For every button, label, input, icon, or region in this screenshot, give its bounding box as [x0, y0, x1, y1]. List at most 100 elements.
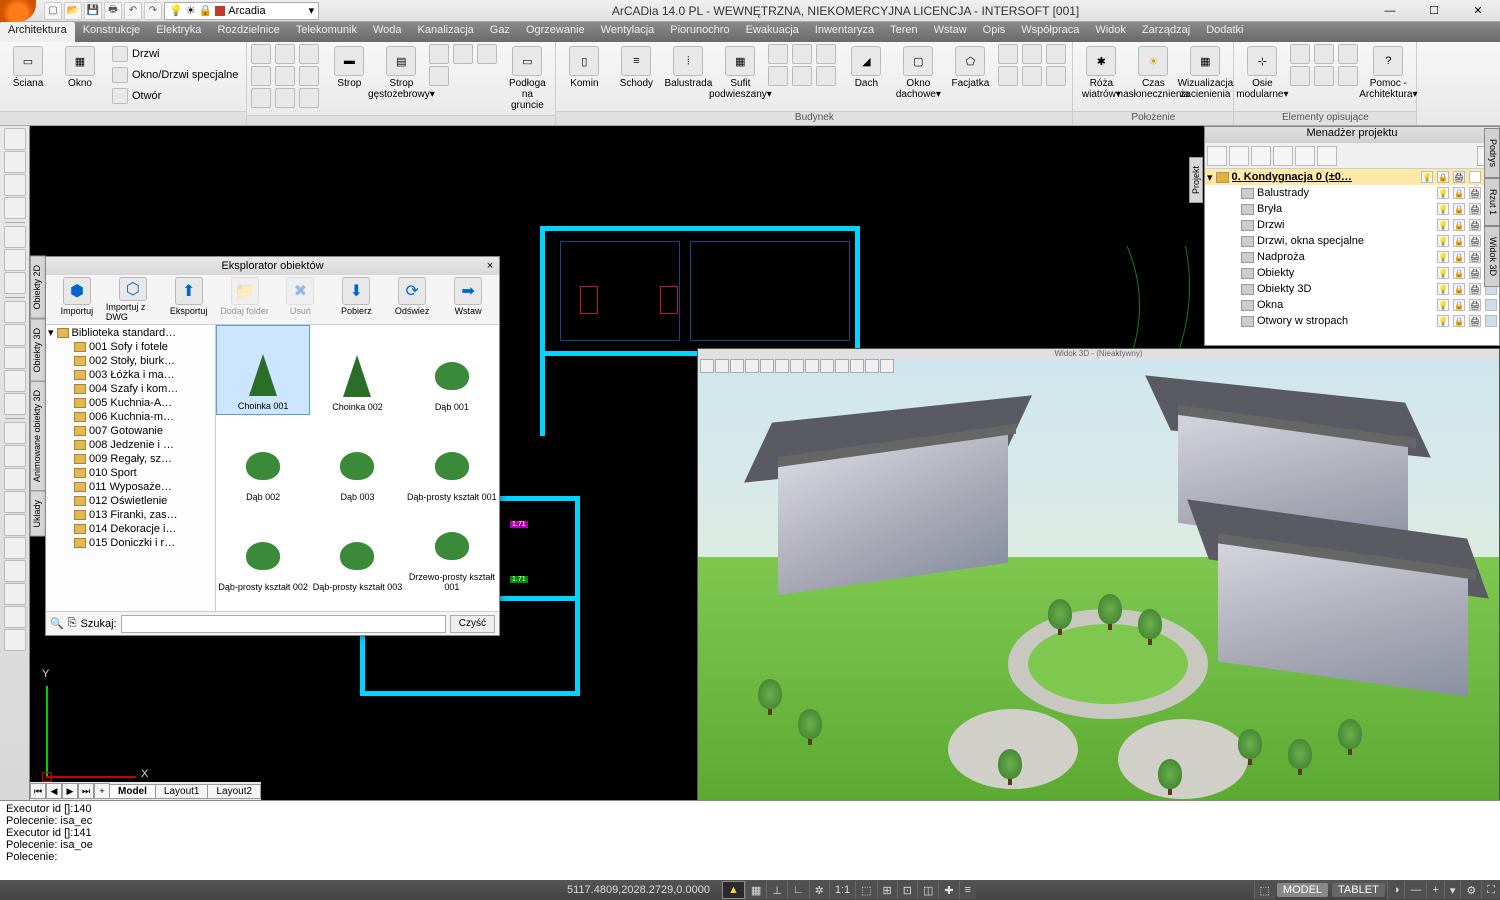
- stairs-button[interactable]: ≡Schody: [612, 44, 660, 91]
- status-toggle[interactable]: ⊡: [897, 881, 917, 899]
- object-thumbnail[interactable]: Dąb 001: [405, 325, 499, 415]
- tree-folder[interactable]: 004 Szafy i kom…: [46, 382, 215, 396]
- v3d-tool-icon[interactable]: [715, 359, 729, 373]
- objexp-tool-button[interactable]: ⬇Pobierz: [329, 277, 383, 322]
- dormer-button[interactable]: ⬠Facjatka: [946, 44, 994, 91]
- search-input[interactable]: [121, 615, 446, 633]
- model-space-button[interactable]: MODEL: [1277, 883, 1328, 897]
- tool-icon[interactable]: [4, 393, 26, 415]
- ribbon-tab[interactable]: Współpraca: [1013, 22, 1087, 42]
- object-thumbnail[interactable]: Choinka 001: [216, 325, 310, 415]
- tool-icon[interactable]: [4, 226, 26, 248]
- tab-last-icon[interactable]: ⏭: [78, 783, 94, 799]
- status-toggle[interactable]: ⊞: [877, 881, 897, 899]
- tree-folder[interactable]: 002 Stoły, biurk…: [46, 354, 215, 368]
- objexp-tool-button[interactable]: ⬆Eksportuj: [162, 277, 216, 322]
- roof-tools-grid[interactable]: [768, 44, 838, 86]
- tab-prev-icon[interactable]: ◀: [46, 783, 62, 799]
- qat-undo-icon[interactable]: ↶: [124, 2, 142, 20]
- qat-new-icon[interactable]: ▢: [44, 2, 62, 20]
- layer-combo[interactable]: 💡 ☀ 🔒 Arcadia ▾: [164, 2, 319, 20]
- ribbon-tab[interactable]: Ogrzewanie: [518, 22, 593, 42]
- tool-icon[interactable]: [4, 445, 26, 467]
- object-thumbnail[interactable]: Dąb-prosty kształt 003: [310, 505, 404, 595]
- projmgr-layer-row[interactable]: Balustrady💡🔒🖨: [1205, 185, 1499, 201]
- status-toggle[interactable]: ✲: [809, 881, 829, 899]
- projmgr-layer-row[interactable]: Nadproża💡🔒🖨: [1205, 249, 1499, 265]
- v3d-tool-icon[interactable]: [790, 359, 804, 373]
- slab-tools-grid[interactable]: [429, 44, 499, 86]
- tool-icon[interactable]: [4, 583, 26, 605]
- projmgr-tool-icon[interactable]: [1229, 146, 1249, 166]
- projmgr-layer-row[interactable]: Obiekty 3D💡🔒🖨: [1205, 281, 1499, 297]
- ribbon-tab[interactable]: Zarządzaj: [1134, 22, 1198, 42]
- projmgr-layer-row[interactable]: Drzwi, okna specjalne💡🔒🖨: [1205, 233, 1499, 249]
- v3d-tool-icon[interactable]: [760, 359, 774, 373]
- projmgr-tool-icon[interactable]: [1207, 146, 1227, 166]
- objexp-tool-button[interactable]: ⬡Importuj z DWG: [106, 277, 160, 322]
- tree-folder[interactable]: 009 Regały, sz…: [46, 452, 215, 466]
- shadow-viz-button[interactable]: ▦Wizualizacja zacienienia: [1181, 44, 1229, 102]
- window-button[interactable]: ▦Okno: [56, 44, 104, 91]
- tree-folder[interactable]: 012 Oświetlenie: [46, 494, 215, 508]
- v3d-tool-icon[interactable]: [775, 359, 789, 373]
- layout-tab[interactable]: Layout2: [207, 784, 261, 799]
- tool-icon[interactable]: [4, 197, 26, 219]
- status-toggle[interactable]: ⬚: [855, 881, 876, 899]
- tree-folder[interactable]: 003 Łóżka i ma…: [46, 368, 215, 382]
- clear-button[interactable]: Czyść: [450, 615, 495, 633]
- right-tab[interactable]: Widok 3D: [1484, 226, 1500, 287]
- ribbed-slab-button[interactable]: ▤Strop gęstożebrowy▾: [377, 44, 425, 102]
- tree-folder[interactable]: 006 Kuchnia-m…: [46, 410, 215, 424]
- describe-tools-grid[interactable]: [1290, 44, 1360, 86]
- ribbon-tab[interactable]: Kanalizacja: [410, 22, 482, 42]
- tree-folder[interactable]: 005 Kuchnia-A…: [46, 396, 215, 410]
- slab-button[interactable]: ▬Strop: [325, 44, 373, 91]
- tool-icon[interactable]: [4, 468, 26, 490]
- projmgr-layer-row[interactable]: Bryła💡🔒🖨: [1205, 201, 1499, 217]
- v3d-tool-icon[interactable]: [820, 359, 834, 373]
- object-thumbnail[interactable]: Dąb-prosty kształt 001: [405, 415, 499, 505]
- tree-folder[interactable]: 011 Wyposaże…: [46, 480, 215, 494]
- layout-tab[interactable]: Model: [109, 784, 156, 799]
- tree-folder[interactable]: 007 Gotowanie: [46, 424, 215, 438]
- status-toggle[interactable]: ▦: [745, 881, 766, 899]
- roof-button[interactable]: ◢Dach: [842, 44, 890, 91]
- v3d-tool-icon[interactable]: [880, 359, 894, 373]
- tool-icon[interactable]: [4, 491, 26, 513]
- right-tab[interactable]: Rzut 1: [1484, 178, 1500, 226]
- projmgr-layer-row[interactable]: Obiekty💡🔒🖨: [1205, 265, 1499, 281]
- status-toggle[interactable]: ∟: [787, 881, 809, 899]
- object-thumbnail[interactable]: Drzewo-prosty kształt 001: [405, 505, 499, 595]
- tree-folder[interactable]: 010 Sport: [46, 466, 215, 480]
- projmgr-layer-row[interactable]: Okna💡🔒🖨: [1205, 297, 1499, 313]
- v3d-tool-icon[interactable]: [865, 359, 879, 373]
- object-thumbnail[interactable]: Dąb-prosty kształt 002: [216, 505, 310, 595]
- ribbon-tab[interactable]: Dodatki: [1198, 22, 1251, 42]
- tool-icon[interactable]: [4, 370, 26, 392]
- tool-icon[interactable]: [4, 422, 26, 444]
- floor-button[interactable]: ▭Podłoga na gruncie: [503, 44, 551, 113]
- status-toggle[interactable]: 1:1: [829, 881, 855, 899]
- ribbon-tab[interactable]: Teren: [882, 22, 926, 42]
- close-button[interactable]: ✕: [1456, 0, 1500, 22]
- v3d-tool-icon[interactable]: [835, 359, 849, 373]
- roof-window-button[interactable]: ▢Okno dachowe▾: [894, 44, 942, 102]
- status-toggle[interactable]: ▾: [1444, 881, 1461, 899]
- maximize-button[interactable]: ☐: [1412, 0, 1456, 22]
- tree-folder[interactable]: 014 Dekoracje i…: [46, 522, 215, 536]
- sun-time-button[interactable]: ☀Czas nasłonecznienia: [1129, 44, 1177, 102]
- projmgr-tool-icon[interactable]: [1295, 146, 1315, 166]
- tool-icon[interactable]: [4, 560, 26, 582]
- tree-root[interactable]: ▾Biblioteka standard…: [46, 325, 215, 340]
- railing-button[interactable]: ⦙Balustrada: [664, 44, 712, 91]
- special-opening-button[interactable]: Okno/Drzwi specjalne: [108, 65, 242, 85]
- v3d-tool-icon[interactable]: [745, 359, 759, 373]
- projmgr-tool-icon[interactable]: [1251, 146, 1271, 166]
- v3d-tool-icon[interactable]: [730, 359, 744, 373]
- misc-tools-grid[interactable]: [998, 44, 1068, 86]
- wall-button[interactable]: ▭Ściana: [4, 44, 52, 91]
- qat-open-icon[interactable]: 📂: [64, 2, 82, 20]
- status-toggle[interactable]: ≡: [959, 881, 976, 899]
- tree-folder[interactable]: 013 Firanki, zas…: [46, 508, 215, 522]
